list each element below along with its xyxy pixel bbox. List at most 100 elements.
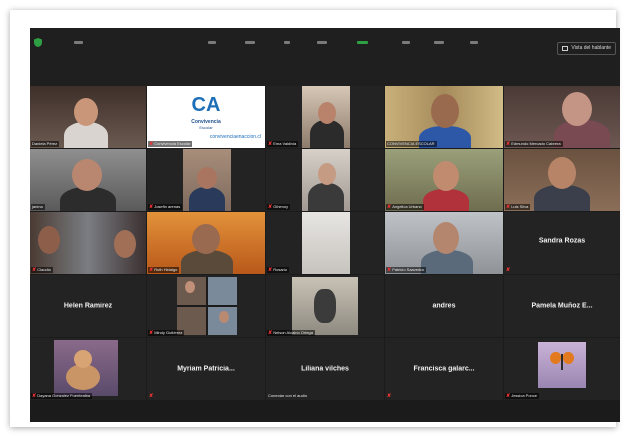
mic-muted-icon: ✘ [506, 141, 511, 147]
mic-muted-icon: ✘ [149, 141, 154, 147]
mic-muted-icon: ✘ [387, 267, 392, 273]
participant-tile[interactable]: ✘ Patricio Saavedra [385, 212, 503, 274]
participant-tile[interactable]: ✘ Dayana Gonzalez Fuentealba [30, 338, 146, 400]
name-text: Gihenoy [273, 204, 289, 209]
audio-caption: Conectar con el audio [268, 393, 307, 398]
record-icon[interactable] [434, 41, 444, 44]
participant-tile[interactable]: CA Convivencia Escolar convivenciaenacci… [147, 86, 265, 148]
participant-tile[interactable]: ✘ Angelica Urbano [385, 149, 503, 211]
participant-name: Helen Ramirez [63, 302, 113, 310]
butterfly-icon [550, 352, 574, 372]
name-text: Rosario [273, 267, 287, 272]
name-text: CONVIVENCIA ESCOLAR [387, 141, 435, 146]
participant-tile[interactable]: ✘ Josefin arenas [147, 149, 265, 211]
participant-tile[interactable]: Myriam Patricia... ✘ [147, 338, 265, 400]
participant-name-label: ✘ Mindy Gutiérrez [148, 330, 185, 336]
person-face [548, 157, 576, 189]
participant-name-label: ✘ Claudia [31, 267, 53, 273]
participant-name-label: ✘ Dayana Gonzalez Fuentealba [31, 393, 93, 399]
participant-tile[interactable]: ✘ Luis Silva [504, 149, 620, 211]
speaker-view-button[interactable]: Vista del hablante [557, 42, 616, 55]
person-face [431, 94, 459, 128]
video-feed [302, 212, 350, 274]
participant-tile[interactable]: Sandra Rozas ✘ [504, 212, 620, 274]
top-toolbar: Vista del hablante [30, 28, 620, 86]
mic-muted-icon: ✘ [149, 393, 154, 399]
participant-name-label: ✘ Josefin arenas [148, 204, 183, 210]
mic-muted-icon: ✘ [268, 330, 273, 336]
name-text: Patricio Saavedra [392, 267, 424, 272]
mic-muted-icon: ✘ [506, 204, 511, 210]
participant-name-label: ✘ Ema Valdivia [267, 141, 299, 147]
person-face [114, 230, 136, 258]
person-face [197, 167, 217, 189]
participant-tile[interactable]: Daniela Pérez [30, 86, 146, 148]
participant-name-label: ✘ [386, 393, 393, 399]
participant-tile[interactable]: ✘ Ruth Hidalgo [147, 212, 265, 274]
object-figure [314, 289, 336, 323]
person-face [318, 102, 336, 124]
participant-name-label: ✘ [505, 267, 512, 273]
mic-muted-icon: ✘ [149, 204, 154, 210]
participant-name-label: ✘ Patricio Saavedra [386, 267, 426, 273]
participant-tile[interactable]: ✘ Jessica Ponce [504, 338, 620, 400]
gallery-grid: Daniela Pérez CA Convivencia Escolar con… [30, 86, 620, 422]
mic-icon[interactable] [245, 41, 255, 44]
name-text: janina [32, 204, 43, 209]
participant-name-label: ✘ Ruth Hidalgo [148, 267, 180, 273]
share-icon[interactable] [402, 41, 410, 44]
cat-face [74, 350, 92, 368]
person-face [192, 224, 220, 254]
participant-name: Liliana vilches [301, 365, 349, 373]
participant-tile[interactable]: ✘ Rosario [266, 212, 384, 274]
participant-name-label: ✘ Gihenoy [267, 204, 291, 210]
name-text: Ema Valdivia [273, 141, 297, 146]
reactions-icon[interactable] [470, 41, 478, 44]
person-figure [423, 189, 469, 211]
participant-tile[interactable]: Francisca galarc... ✘ [385, 338, 503, 400]
mic-muted-icon: ✘ [149, 330, 154, 336]
person-face [562, 92, 592, 126]
participant-name-label: ✘ Luis Silva [505, 204, 531, 210]
name-text: Edmundo Mercado Cabrera [511, 141, 561, 146]
person-face [318, 163, 336, 185]
participant-tile[interactable]: janina [30, 149, 146, 211]
participant-tile[interactable]: Pamela Muñoz E... [504, 275, 620, 337]
collage-divider [177, 305, 237, 307]
mic-muted-icon: ✘ [268, 204, 273, 210]
participant-tile[interactable]: ✘ Claudia [30, 212, 146, 274]
name-text: Daniela Pérez [32, 141, 58, 146]
participant-tile[interactable]: ✘ Edmundo Mercado Cabrera [504, 86, 620, 148]
participant-name-label: janina [31, 204, 45, 210]
video-icon[interactable] [284, 41, 290, 44]
mic-muted-icon: ✘ [268, 141, 273, 147]
participant-tile[interactable]: Helen Ramirez [30, 275, 146, 337]
info-icon[interactable] [208, 41, 216, 44]
name-text: Ruth Hidalgo [154, 267, 178, 272]
participant-name: Pamela Muñoz E... [531, 302, 593, 310]
grid-view-icon [562, 46, 569, 51]
participant-tile[interactable]: andres [385, 275, 503, 337]
meeting-window: Vista del hablante Daniela Pérez CA Conv… [30, 28, 620, 422]
participant-tile[interactable]: ✘ Nelson Alcaino Ortega [266, 275, 384, 337]
chat-icon[interactable] [357, 41, 368, 44]
participant-name-label: ✘ Angelica Urbano [386, 204, 424, 210]
name-text: Claudia [37, 267, 51, 272]
participants-icon[interactable] [317, 41, 327, 44]
person-face [219, 311, 229, 323]
person-face [72, 159, 102, 191]
mic-muted-icon: ✘ [387, 204, 392, 210]
name-text: Convivencia Escolar [154, 141, 191, 146]
name-text: Angelica Urbano [392, 204, 422, 209]
participant-name-label: ✘ Jessica Ponce [505, 393, 539, 399]
shield-icon[interactable] [34, 38, 42, 47]
participant-name-label: ✘ Edmundo Mercado Cabrera [505, 141, 563, 147]
mic-muted-icon: ✘ [32, 393, 37, 399]
participant-tile-active-speaker[interactable]: CONVIVENCIA ESCOLAR [385, 86, 503, 148]
participant-tile[interactable]: ✘ Ema Valdivia [266, 86, 384, 148]
participant-tile[interactable]: ✘ Gihenoy [266, 149, 384, 211]
signal-icon [74, 41, 83, 44]
mic-muted-icon: ✘ [268, 267, 273, 273]
participant-tile[interactable]: Liliana vilches Conectar con el audio [266, 338, 384, 400]
participant-tile[interactable]: ✘ Mindy Gutiérrez [147, 275, 265, 337]
